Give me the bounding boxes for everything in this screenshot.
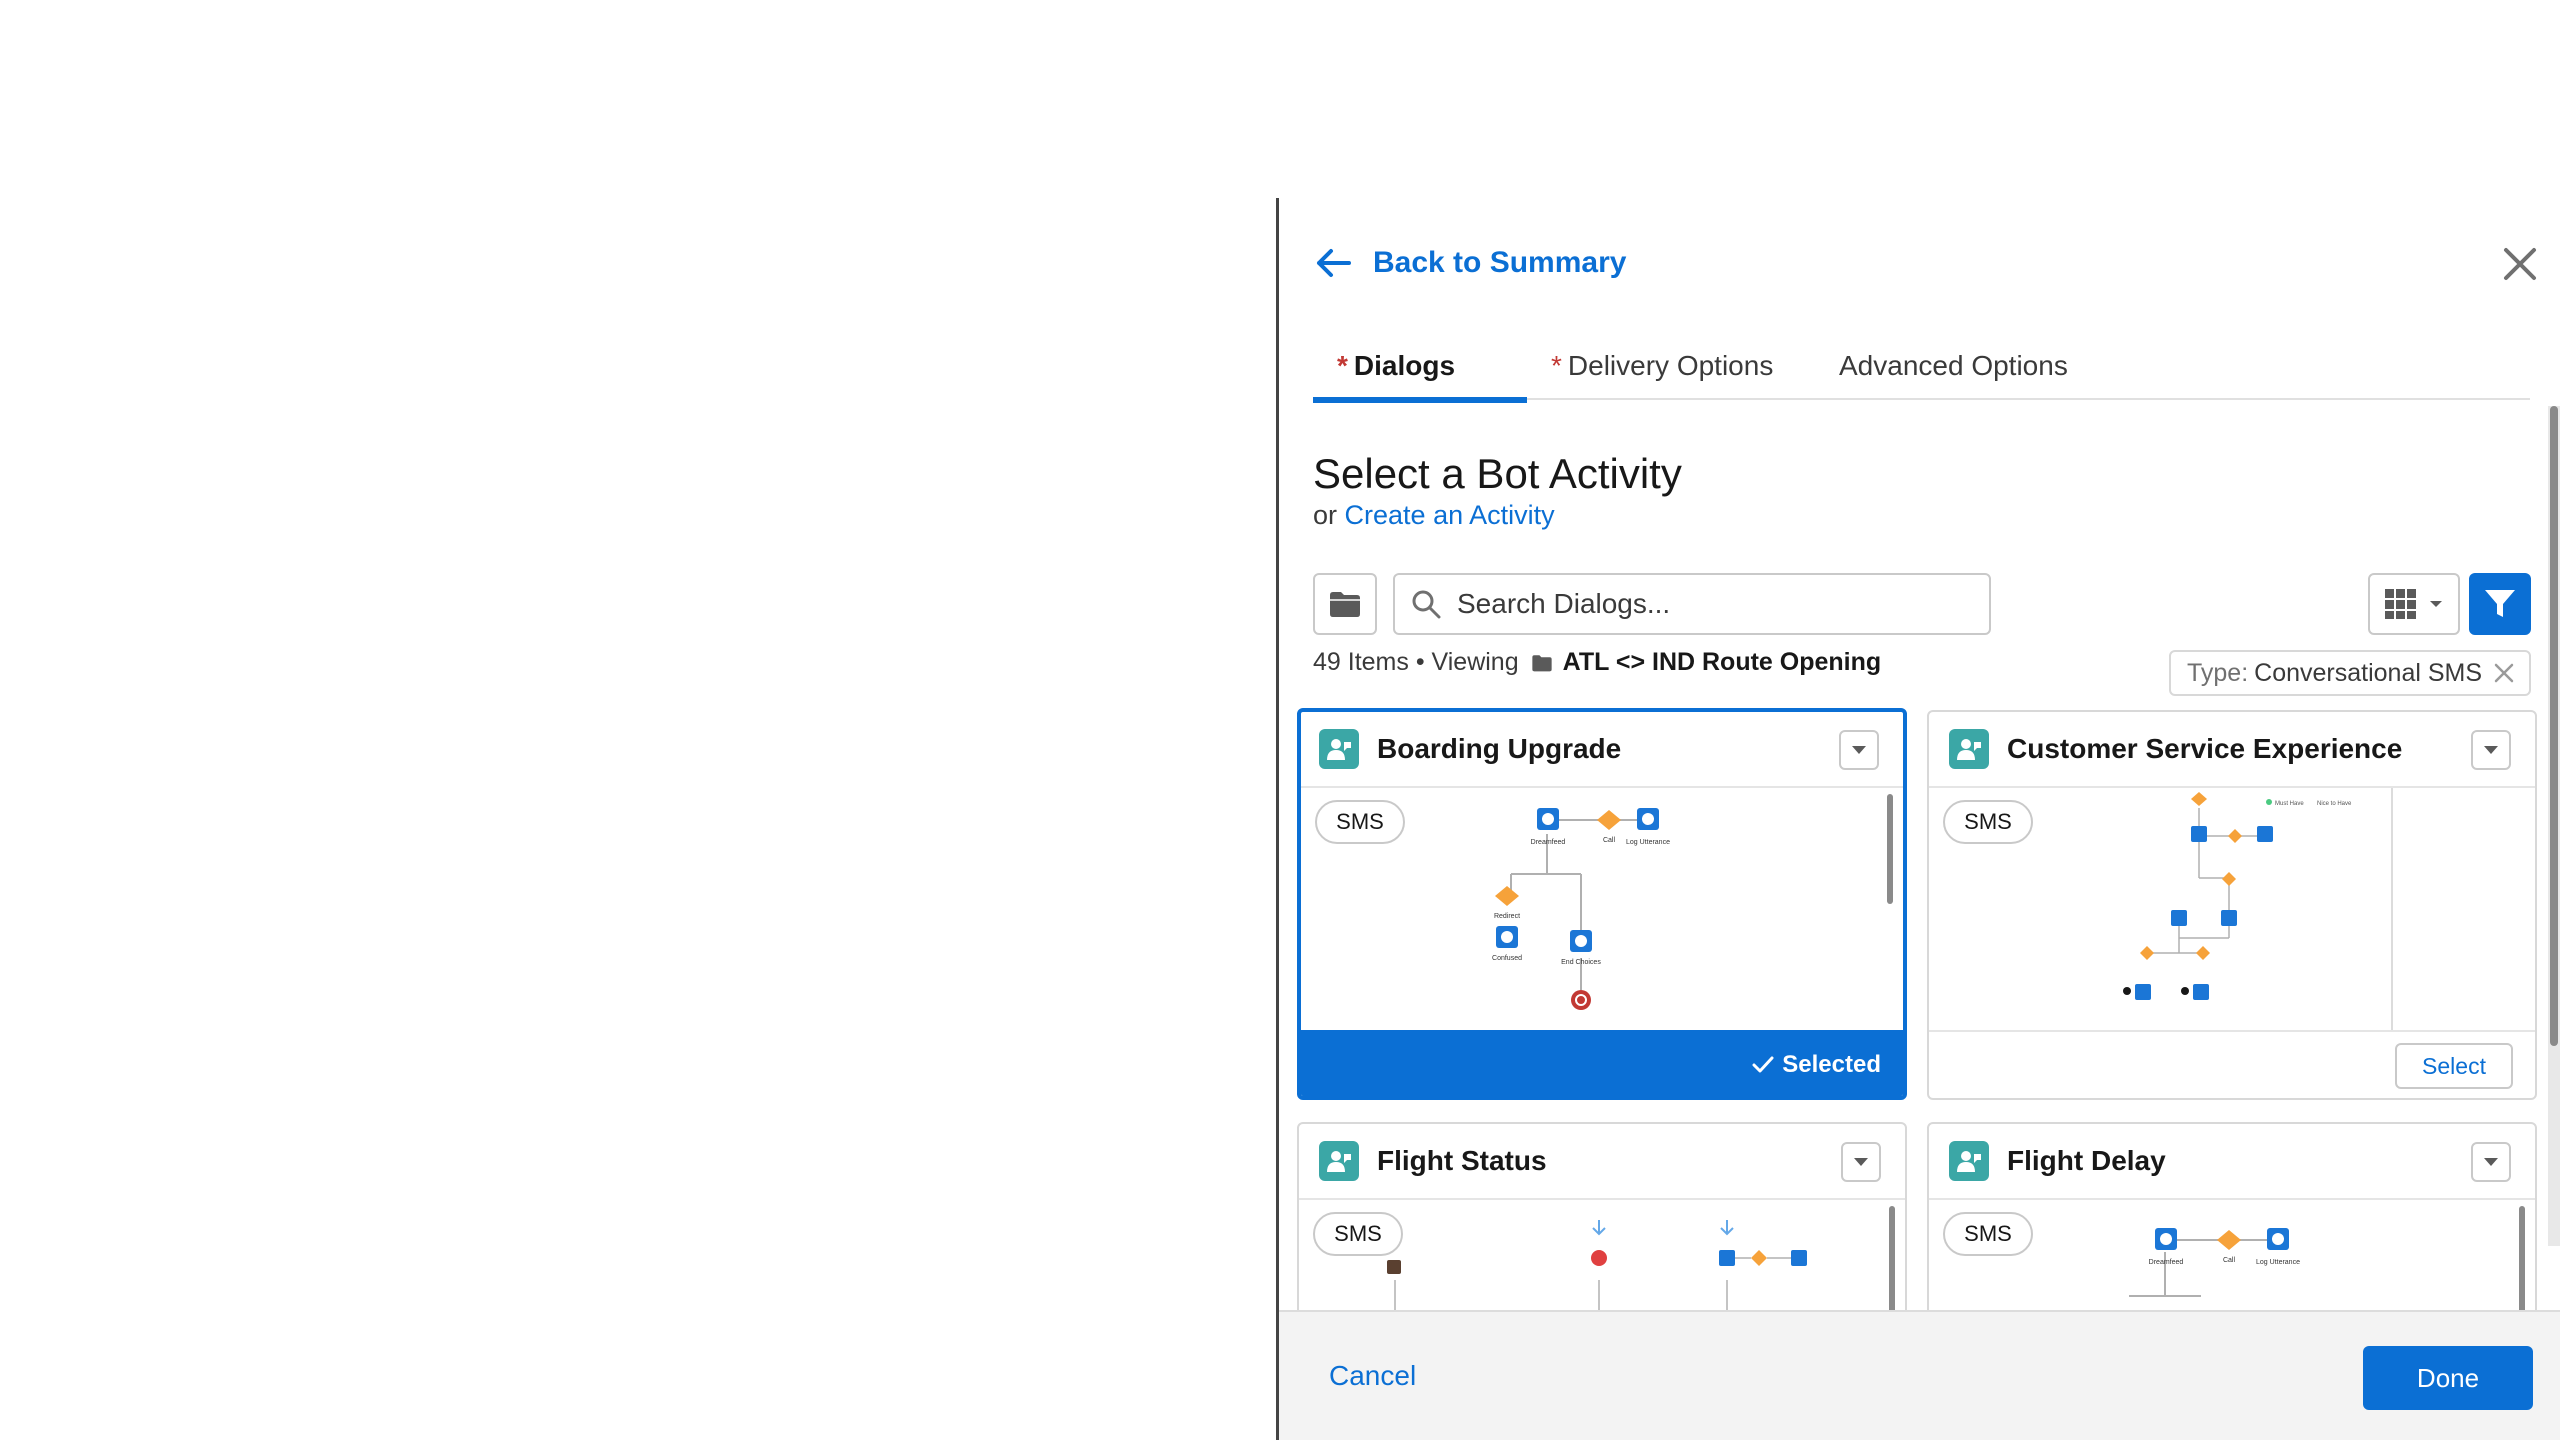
panel-footer: Cancel Done xyxy=(1279,1310,2560,1440)
folder-icon xyxy=(1531,654,1552,671)
card-title: Flight Status xyxy=(1377,1145,1547,1176)
search-icon xyxy=(1412,590,1441,619)
card-preview: SMS Dreamfeed Call Log Utterance xyxy=(1929,1200,2535,1310)
card-title: Customer Service Experience xyxy=(2007,733,2403,764)
create-activity-link[interactable]: Create an Activity xyxy=(1345,500,1555,530)
card-header: Customer Service Experience xyxy=(1929,712,2535,788)
filter-icon xyxy=(2485,590,2515,617)
svg-text:Call: Call xyxy=(1603,837,1616,844)
view-toggle-button[interactable] xyxy=(2368,573,2460,635)
card-footer: Selected xyxy=(1301,1030,1903,1096)
svg-text:Log Utterance: Log Utterance xyxy=(1626,839,1670,846)
svg-text:End Choices: End Choices xyxy=(1561,959,1601,966)
tab-label: Advanced Options xyxy=(1839,350,2068,381)
folder-icon xyxy=(1330,592,1360,617)
subheading: or Create an Activity xyxy=(1313,500,1555,531)
chevron-down-icon xyxy=(2430,601,2442,607)
grid-view-icon xyxy=(2385,589,2416,619)
card-scrollbar[interactable] xyxy=(1889,1206,1895,1310)
done-button[interactable]: Done xyxy=(2363,1346,2533,1410)
card-scrollbar[interactable] xyxy=(2519,1206,2525,1310)
bot-icon xyxy=(1319,1141,1359,1181)
select-button[interactable]: Select xyxy=(2395,1043,2513,1089)
card-header: Flight Delay xyxy=(1929,1124,2535,1200)
panel-scrollbar-thumb[interactable] xyxy=(2550,406,2558,1046)
selected-indicator[interactable]: Selected xyxy=(1752,1051,1881,1079)
close-icon[interactable] xyxy=(2498,242,2542,286)
card-title: Flight Delay xyxy=(2007,1145,2166,1176)
bot-icon xyxy=(1949,1141,1989,1181)
checkmark-icon xyxy=(1752,1056,1774,1073)
selected-label: Selected xyxy=(1782,1051,1881,1078)
activity-panel: Back to Summary * Dialogs * Delivery Opt… xyxy=(1276,198,2560,1440)
activity-grid: Boarding Upgrade SMS Dreamfeed Call Log … xyxy=(1279,708,2560,1310)
chevron-down-icon xyxy=(1854,1158,1868,1166)
channel-badge: SMS xyxy=(1313,1212,1403,1256)
required-marker: * xyxy=(1551,350,1562,381)
card-scrollbar[interactable] xyxy=(1887,794,1893,904)
item-count: 49 Items • Viewing xyxy=(1313,648,1519,676)
bot-icon xyxy=(1319,729,1359,769)
arrow-left-icon xyxy=(1317,249,1351,277)
search-input[interactable] xyxy=(1457,588,1957,620)
type-filter-pill: Type: Conversational SMS xyxy=(2169,650,2531,696)
back-label: Back to Summary xyxy=(1373,246,1627,279)
card-preview: SMS Must Have Nice to Have xyxy=(1929,788,2535,1030)
remove-filter-icon[interactable] xyxy=(2493,662,2515,684)
card-menu-button[interactable] xyxy=(2471,730,2511,770)
activity-card-flight-delay[interactable]: Flight Delay SMS Dreamfeed Call Log Utte… xyxy=(1927,1122,2537,1310)
card-preview: SMS xyxy=(1299,1200,1905,1310)
activity-card-boarding-upgrade[interactable]: Boarding Upgrade SMS Dreamfeed Call Log … xyxy=(1297,708,1907,1100)
bot-icon xyxy=(1949,729,1989,769)
page-title: Select a Bot Activity xyxy=(1313,450,1682,497)
activity-card-customer-service-experience[interactable]: Customer Service Experience SMS Must Hav… xyxy=(1927,710,2537,1100)
filter-button[interactable] xyxy=(2469,573,2531,635)
svg-text:Must Have: Must Have xyxy=(2275,801,2304,807)
svg-text:Dreamfeed: Dreamfeed xyxy=(1531,839,1566,846)
svg-text:Confused: Confused xyxy=(1492,955,1522,962)
cancel-button[interactable]: Cancel xyxy=(1329,1360,1416,1392)
items-info: 49 Items • Viewing ATL <> IND Route Open… xyxy=(1313,648,1881,677)
card-preview: SMS Dreamfeed Call Log Utterance Redirec… xyxy=(1301,788,1903,1030)
svg-text:Log Utterance: Log Utterance xyxy=(2256,1259,2300,1266)
tab-dialogs[interactable]: * Dialogs xyxy=(1313,332,1527,403)
channel-badge: SMS xyxy=(1943,800,2033,844)
tab-label: Delivery Options xyxy=(1567,350,1774,381)
filter-value: Conversational SMS xyxy=(2254,658,2483,687)
subheading-prefix: or xyxy=(1313,500,1338,530)
card-menu-button[interactable] xyxy=(1839,730,1879,770)
panel-scrollbar[interactable] xyxy=(2548,406,2560,1246)
chevron-down-icon xyxy=(2484,746,2498,754)
tab-delivery-options[interactable]: * Delivery Options xyxy=(1551,332,1839,400)
card-footer: Select xyxy=(1929,1030,2535,1098)
card-header: Boarding Upgrade xyxy=(1301,712,1903,788)
svg-text:Call: Call xyxy=(2223,1257,2236,1264)
chevron-down-icon xyxy=(1852,746,1866,754)
filter-label: Type: xyxy=(2187,658,2249,687)
channel-badge: SMS xyxy=(1315,800,1405,844)
current-folder-name: ATL <> IND Route Opening xyxy=(1562,648,1882,676)
channel-badge: SMS xyxy=(1943,1212,2033,1256)
tab-advanced-options[interactable]: Advanced Options xyxy=(1839,332,2069,400)
svg-text:Dreamfeed: Dreamfeed xyxy=(2149,1259,2184,1266)
card-menu-button[interactable] xyxy=(1841,1142,1881,1182)
card-menu-button[interactable] xyxy=(2471,1142,2511,1182)
tab-label: Dialogs xyxy=(1353,350,1456,381)
required-marker: * xyxy=(1337,350,1348,381)
tab-bar: * Dialogs * Delivery Options Advanced Op… xyxy=(1313,332,2530,403)
back-to-summary-link[interactable]: Back to Summary xyxy=(1313,243,1626,283)
folder-button[interactable] xyxy=(1313,573,1377,635)
activity-card-flight-status[interactable]: Flight Status SMS xyxy=(1297,1122,1907,1310)
svg-text:Nice to Have: Nice to Have xyxy=(2317,801,2352,807)
card-title: Boarding Upgrade xyxy=(1377,733,1622,764)
chevron-down-icon xyxy=(2484,1158,2498,1166)
search-field xyxy=(1393,573,1991,635)
svg-text:Redirect: Redirect xyxy=(1494,913,1520,920)
card-header: Flight Status xyxy=(1299,1124,1905,1200)
